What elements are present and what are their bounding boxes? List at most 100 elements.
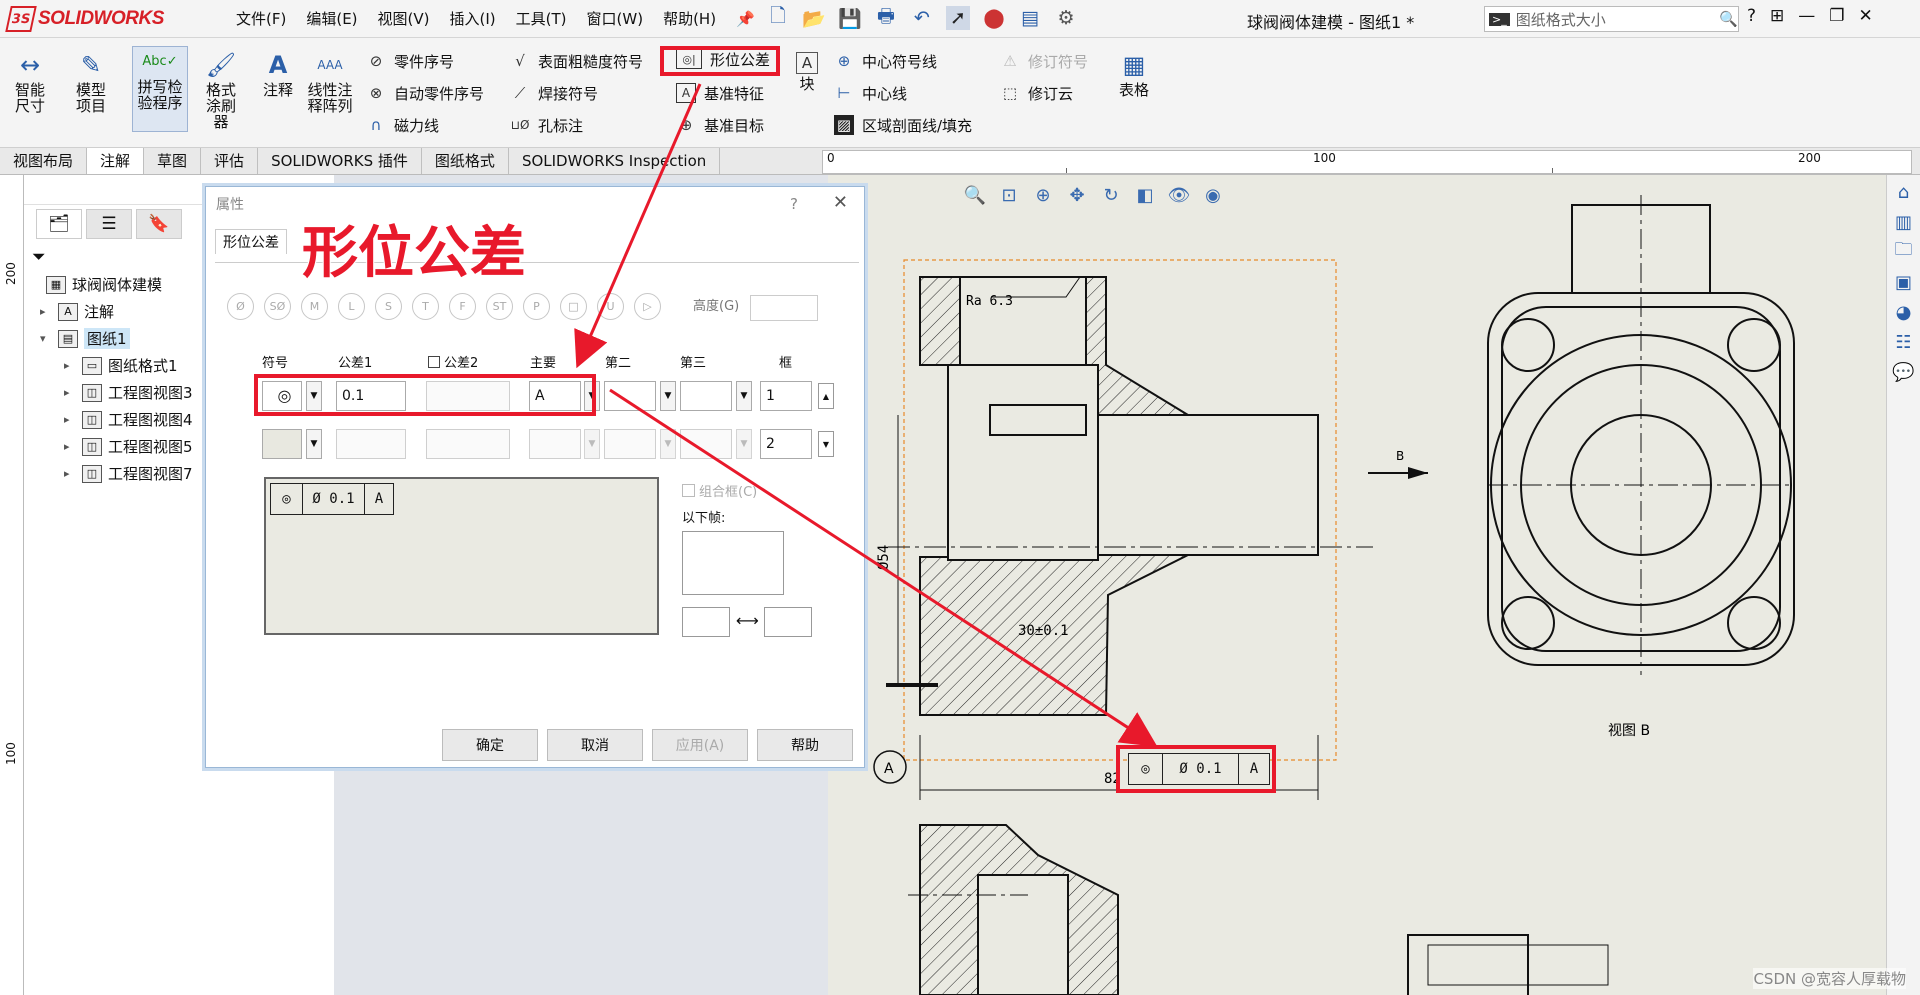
- options-gear-icon[interactable]: ⚙: [1054, 6, 1078, 30]
- row2-frame-spinner[interactable]: ▼: [818, 431, 834, 457]
- menu-file[interactable]: 文件(F): [226, 8, 296, 30]
- row2-tertiary-input[interactable]: [680, 429, 732, 459]
- cancel-button[interactable]: 取消: [547, 729, 643, 761]
- area-hatch-button[interactable]: ▨ 区域剖面线/填充: [834, 112, 972, 138]
- rfs-button[interactable]: S: [375, 293, 402, 320]
- row1-secondary-input[interactable]: [604, 381, 656, 411]
- row2-primary-input[interactable]: [529, 429, 581, 459]
- tree-root[interactable]: ▦ 球阀阀体建模: [28, 271, 193, 298]
- view-palette-icon[interactable]: ▣: [1891, 269, 1917, 295]
- height-input[interactable]: [750, 295, 818, 321]
- row1-frame-input[interactable]: 1: [760, 381, 812, 411]
- search-commands[interactable]: >_ 图纸格式大小 🔍: [1484, 6, 1739, 32]
- tree-view3[interactable]: ▸ ◫ 工程图视图3: [28, 379, 193, 406]
- menu-window[interactable]: 窗口(W): [577, 8, 654, 30]
- dialog-close-icon[interactable]: ✕: [833, 192, 848, 213]
- tab-sketch[interactable]: 草图: [144, 148, 202, 174]
- tree-sheet[interactable]: ▾ ▤ 图纸1: [28, 325, 193, 352]
- minimize-icon[interactable]: —: [1798, 6, 1815, 26]
- drawing-sheet[interactable]: Ra 6.3 30±0.1 Ø54 82 A B 视图 B ◎ Ø 0.1 A: [828, 175, 1894, 995]
- row2-frame-input[interactable]: 2: [760, 429, 812, 459]
- tab-addins[interactable]: SOLIDWORKS 插件: [258, 148, 422, 174]
- lmc-button[interactable]: L: [338, 293, 365, 320]
- solidworks-logo[interactable]: 3S SOLIDWORKS: [5, 4, 164, 34]
- expand-icon[interactable]: ▸: [64, 413, 76, 426]
- dialog-help-icon[interactable]: ?: [790, 195, 798, 213]
- forum-icon[interactable]: 💬: [1891, 359, 1917, 385]
- custom-properties-icon[interactable]: ☷: [1891, 329, 1917, 355]
- restore-icon[interactable]: ❐: [1829, 6, 1844, 26]
- expand-icon[interactable]: ▸: [64, 386, 76, 399]
- home-icon[interactable]: ⌂: [1891, 179, 1917, 205]
- row2-tolerance1-input[interactable]: [336, 429, 406, 459]
- select-icon[interactable]: ➚: [946, 6, 970, 30]
- composite-frame-option[interactable]: 组合框(C): [682, 481, 757, 500]
- unequal-profile-button[interactable]: U: [597, 293, 624, 320]
- menu-edit[interactable]: 编辑(E): [296, 8, 367, 30]
- model-items-button[interactable]: ✎ 模型项目: [66, 50, 116, 114]
- file-properties-icon[interactable]: ▤: [1018, 6, 1042, 30]
- close-icon[interactable]: ✕: [1859, 6, 1873, 26]
- undo-icon[interactable]: ↶: [910, 6, 934, 30]
- expand-icon[interactable]: ▸: [64, 440, 76, 453]
- magnetic-line-button[interactable]: ∩ 磁力线: [366, 112, 440, 138]
- apply-button[interactable]: 应用(A): [652, 729, 748, 761]
- table-button[interactable]: ▦ 表格: [1116, 50, 1152, 98]
- row2-secondary-input[interactable]: [604, 429, 656, 459]
- ok-button[interactable]: 确定: [442, 729, 538, 761]
- feature-manager-tab-icon[interactable]: 🗂: [36, 209, 82, 239]
- row1-tertiary-input[interactable]: [680, 381, 732, 411]
- statistical-button[interactable]: ST: [486, 293, 513, 320]
- between-end-input[interactable]: [764, 607, 812, 637]
- row2-tolerance2-input[interactable]: [426, 429, 510, 459]
- auto-balloon-button[interactable]: ⊗ 自动零件序号: [366, 80, 484, 106]
- revision-symbol-button[interactable]: ⚠ 修订符号: [1000, 48, 1088, 74]
- collapse-icon[interactable]: ▾: [40, 332, 52, 345]
- row2-symbol-select[interactable]: [262, 429, 302, 459]
- appearances-icon[interactable]: ◕: [1891, 299, 1917, 325]
- tab-inspection[interactable]: SOLIDWORKS Inspection: [509, 148, 721, 174]
- menu-tools[interactable]: 工具(T): [506, 8, 577, 30]
- note-button[interactable]: A 注释: [258, 50, 298, 98]
- spherical-diameter-button[interactable]: SØ: [264, 293, 291, 320]
- tree-view7[interactable]: ▸ ◫ 工程图视图7: [28, 460, 193, 487]
- search-icon[interactable]: 🔍: [1719, 10, 1738, 28]
- tab-view-layout[interactable]: 视图布局: [0, 148, 88, 174]
- row1-frame-spinner[interactable]: ▲: [818, 383, 834, 409]
- center-mark-button[interactable]: ⊕ 中心符号线: [834, 48, 937, 74]
- help-button[interactable]: 帮助: [757, 729, 853, 761]
- square-button[interactable]: □: [560, 293, 587, 320]
- pan-icon[interactable]: ✥: [1065, 183, 1089, 207]
- config-manager-tab-icon[interactable]: 🔖: [136, 209, 182, 239]
- spell-check-button[interactable]: Abc✓ 拼写检验程序: [132, 46, 188, 132]
- menu-view[interactable]: 视图(V): [368, 8, 440, 30]
- smart-dimension-button[interactable]: ↔ 智能尺寸: [6, 50, 54, 114]
- centerline-button[interactable]: ⊢ 中心线: [834, 80, 907, 106]
- row2-secondary-dropdown[interactable]: ▼: [660, 429, 676, 459]
- zoom-to-fit-icon[interactable]: 🔍: [963, 183, 987, 207]
- balloon-button[interactable]: ⊘ 零件序号: [366, 48, 454, 74]
- zoom-in-out-icon[interactable]: ⊕: [1031, 183, 1055, 207]
- surface-finish-button[interactable]: √ 表面粗糙度符号: [510, 48, 643, 74]
- linear-note-pattern-button[interactable]: AAA 线性注释阵列: [302, 50, 358, 114]
- tree-sheet-format[interactable]: ▸ ▭ 图纸格式1: [28, 352, 193, 379]
- tree-view4[interactable]: ▸ ◫ 工程图视图4: [28, 406, 193, 433]
- design-library-icon[interactable]: ▥: [1891, 209, 1917, 235]
- projected-zone-button[interactable]: P: [523, 293, 550, 320]
- format-painter-button[interactable]: 🖌 格式涂刷器: [196, 50, 246, 130]
- tree-annotations[interactable]: ▸ A 注解: [28, 298, 193, 325]
- block-button[interactable]: A 块: [792, 52, 822, 92]
- between-start-input[interactable]: [682, 607, 730, 637]
- mmc-button[interactable]: M: [301, 293, 328, 320]
- revision-cloud-button[interactable]: ⬚ 修订云: [1000, 80, 1073, 106]
- hole-callout-button[interactable]: ⊔Ø 孔标注: [510, 112, 583, 138]
- expand-icon[interactable]: ▸: [64, 359, 76, 372]
- translation-button[interactable]: ▷: [634, 293, 661, 320]
- tab-annotation[interactable]: 注解: [87, 148, 145, 174]
- tree-view5[interactable]: ▸ ◫ 工程图视图5: [28, 433, 193, 460]
- rebuild-icon[interactable]: ⬤: [982, 6, 1006, 30]
- filter-icon[interactable]: ⏷: [32, 247, 46, 267]
- row2-primary-dropdown[interactable]: ▼: [584, 429, 600, 459]
- tangent-plane-button[interactable]: T: [412, 293, 439, 320]
- diameter-symbol-button[interactable]: Ø: [227, 293, 254, 320]
